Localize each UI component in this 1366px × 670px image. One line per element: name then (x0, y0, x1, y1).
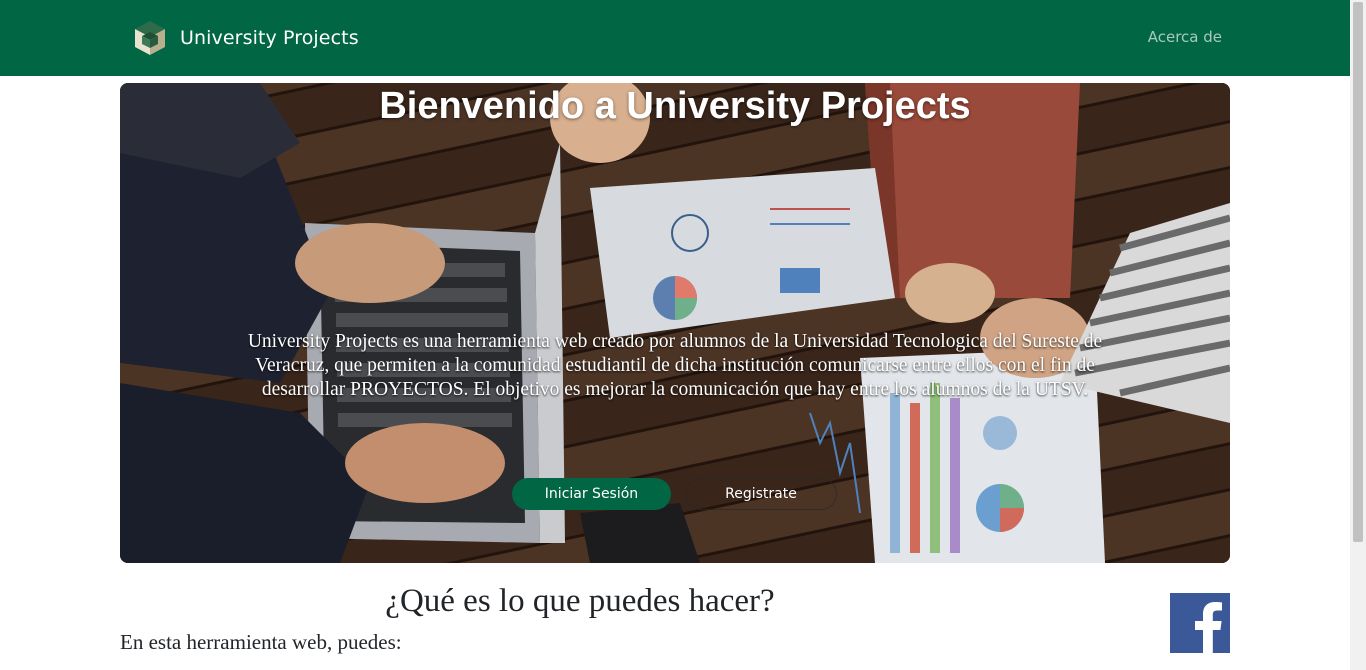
brand[interactable]: University Projects (134, 18, 359, 58)
hero-banner: Bienvenido a University Projects Univers… (120, 83, 1230, 563)
section-title: ¿Qué es lo que puedes hacer? (385, 583, 775, 619)
about-link[interactable]: Acerca de (1148, 28, 1222, 46)
login-button[interactable]: Iniciar Sesión (512, 478, 671, 510)
facebook-link[interactable] (1170, 593, 1230, 653)
navbar: University Projects Acerca de (0, 0, 1350, 76)
hero-description: University Projects es una herramienta w… (247, 331, 1103, 400)
hero-title: Bienvenido a University Projects (379, 85, 971, 127)
brand-name: University Projects (180, 27, 359, 49)
register-button[interactable]: Registrate (685, 478, 837, 510)
page-scrollbar[interactable] (1350, 0, 1366, 670)
facebook-icon (1195, 602, 1222, 653)
cube-logo-icon (135, 21, 165, 55)
hero-background-image (120, 83, 1230, 563)
scrollbar-thumb[interactable] (1353, 2, 1363, 542)
section-intro: En esta herramienta web, puedes: (120, 630, 402, 654)
